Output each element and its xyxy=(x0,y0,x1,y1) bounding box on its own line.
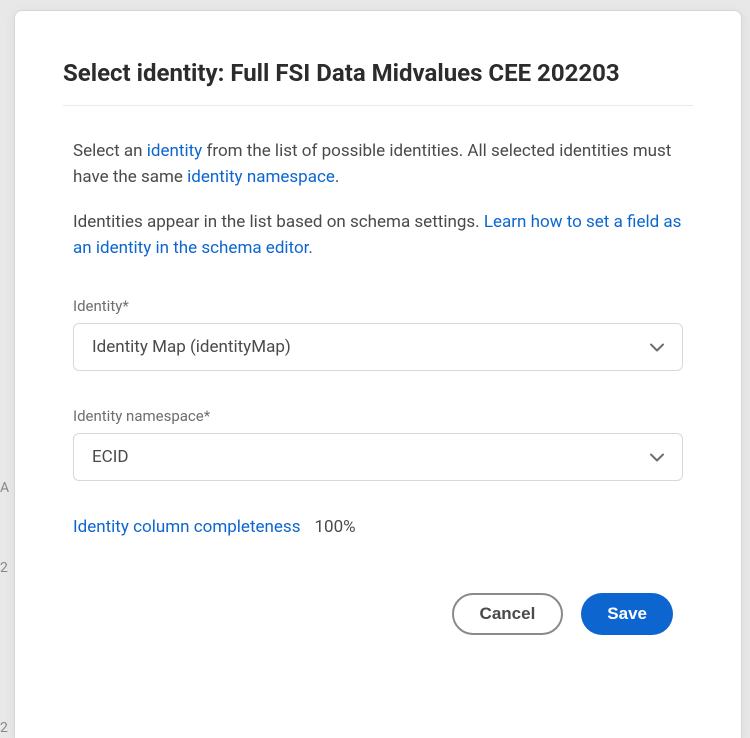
identity-namespace-field-group: Identity namespace* ECID xyxy=(73,407,683,481)
identity-field-group: Identity* Identity Map (identityMap) xyxy=(73,297,683,371)
intro-paragraph-1: Select an identity from the list of poss… xyxy=(73,138,683,191)
dialog-title: Select identity: Full FSI Data Midvalues… xyxy=(63,59,693,106)
intro-text: Select an xyxy=(73,141,147,161)
identity-namespace-label: Identity namespace* xyxy=(73,407,683,425)
identity-select[interactable]: Identity Map (identityMap) xyxy=(73,323,683,371)
identity-namespace-select[interactable]: ECID xyxy=(73,433,683,481)
save-button[interactable]: Save xyxy=(581,593,673,635)
backdrop-text: 2 xyxy=(0,720,8,736)
intro-text: . xyxy=(335,167,339,187)
identity-select-value: Identity Map (identityMap) xyxy=(92,337,291,357)
chevron-down-icon xyxy=(650,450,664,464)
select-identity-dialog: Select identity: Full FSI Data Midvalues… xyxy=(14,10,742,738)
identity-namespace-select-value: ECID xyxy=(92,447,129,467)
identity-label: Identity* xyxy=(73,297,683,315)
intro-text: Identities appear in the list based on s… xyxy=(73,212,484,232)
chevron-down-icon xyxy=(650,340,664,354)
completeness-value: 100% xyxy=(314,517,355,537)
cancel-button[interactable]: Cancel xyxy=(452,593,564,635)
completeness-row: Identity column completeness 100% xyxy=(73,517,683,537)
identity-namespace-link[interactable]: identity namespace xyxy=(187,167,335,187)
intro-paragraph-2: Identities appear in the list based on s… xyxy=(73,209,683,262)
identity-column-completeness-link[interactable]: Identity column completeness xyxy=(73,517,300,537)
dialog-footer: Cancel Save xyxy=(73,593,683,635)
backdrop-text: 2 xyxy=(0,560,8,576)
identity-link[interactable]: identity xyxy=(147,141,202,161)
backdrop-text: A xyxy=(0,480,9,496)
